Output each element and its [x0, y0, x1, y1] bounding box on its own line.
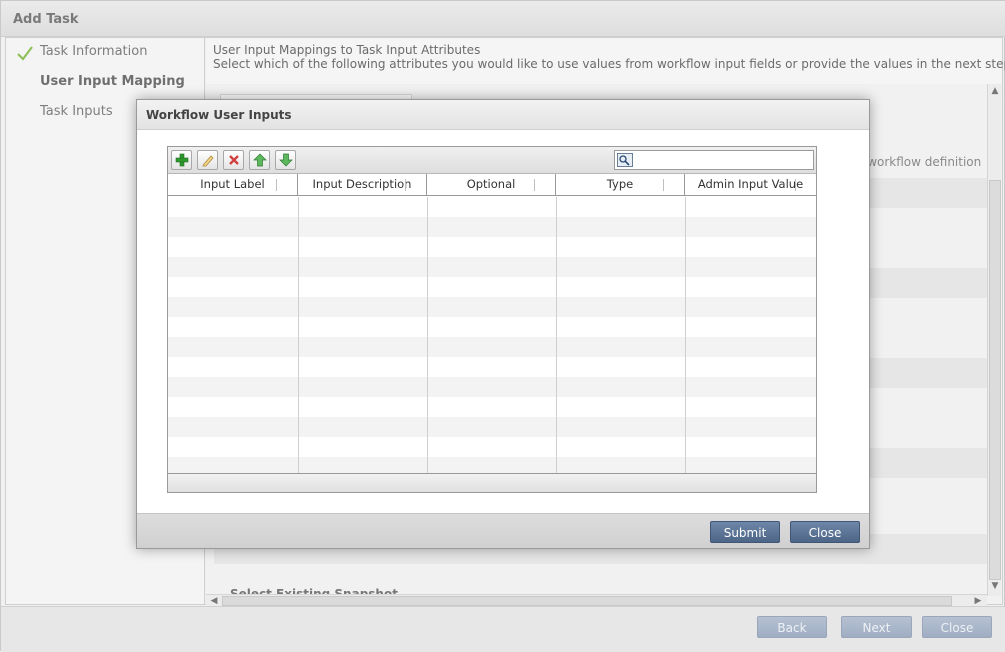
column-divider [427, 197, 428, 473]
dialog-title: Workflow User Inputs [146, 108, 292, 122]
submit-button[interactable]: Submit [710, 521, 780, 543]
dialog-header: Workflow User Inputs [137, 100, 869, 130]
window-title: Add Task [13, 12, 79, 27]
table-row [168, 317, 816, 337]
table-row [168, 377, 816, 397]
search-icon [617, 153, 633, 170]
partial-description: e workflow definition [856, 155, 982, 169]
table-row [168, 197, 816, 217]
table-row [168, 237, 816, 257]
dialog-close-button[interactable]: Close [790, 521, 860, 543]
back-button[interactable]: Back [757, 616, 827, 638]
edit-icon [202, 155, 214, 167]
vertical-scrollbar[interactable]: ▲ ▼ [987, 84, 1001, 596]
step-task-information[interactable]: Task Information [40, 44, 147, 59]
scroll-up-icon[interactable]: ▲ [989, 85, 1001, 97]
column-label: Input Label [200, 177, 265, 191]
checkmark-icon [16, 45, 34, 61]
table-row [168, 297, 816, 317]
column-input-description[interactable]: Input Description [298, 174, 427, 195]
table-row [168, 397, 816, 417]
window-titlebar: Add Task [1, 1, 1005, 37]
content-heading: User Input Mappings to Task Input Attrib… [213, 43, 481, 57]
column-label: Input Description [312, 177, 412, 191]
move-down-icon [279, 153, 293, 167]
column-label: Admin Input Value [697, 177, 804, 191]
grid-header: Input Label Input Description Optional T… [168, 174, 816, 196]
table-row [168, 257, 816, 277]
table-row [168, 337, 816, 357]
table-row [168, 277, 816, 297]
move-up-icon [253, 153, 267, 167]
column-label: Optional [466, 177, 516, 191]
delete-button[interactable] [223, 150, 244, 170]
column-type[interactable]: Type [556, 174, 685, 195]
delete-icon [229, 155, 239, 165]
move-up-button[interactable] [249, 150, 270, 170]
column-divider [685, 197, 686, 473]
search-input[interactable] [635, 152, 811, 168]
workflow-user-inputs-dialog: Workflow User Inputs Input Label Input D… [136, 99, 870, 549]
search-box[interactable] [614, 150, 814, 170]
step-task-inputs[interactable]: Task Inputs [40, 104, 113, 119]
edit-button[interactable] [197, 150, 218, 170]
table-row [168, 437, 816, 457]
move-down-button[interactable] [275, 150, 296, 170]
column-input-label[interactable]: Input Label [168, 174, 298, 195]
user-inputs-grid: Input Label Input Description Optional T… [167, 146, 817, 493]
scrollbar-thumb[interactable] [989, 180, 1001, 580]
table-row [168, 417, 816, 437]
hscrollbar-thumb[interactable] [222, 596, 952, 606]
step-user-input-mapping[interactable]: User Input Mapping [40, 74, 185, 89]
grid-footer [168, 473, 816, 492]
wizard-close-button[interactable]: Close [922, 616, 992, 638]
column-label: Type [606, 177, 634, 191]
add-button[interactable] [171, 150, 192, 170]
table-row [168, 457, 816, 473]
column-optional[interactable]: Optional [427, 174, 556, 195]
next-button[interactable]: Next [841, 616, 912, 638]
column-admin-input-value[interactable]: Admin Input Value [685, 174, 816, 195]
content-subheading: Select which of the following attributes… [213, 57, 1005, 71]
add-icon [175, 153, 189, 167]
column-divider [556, 197, 557, 473]
scroll-down-icon[interactable]: ▼ [989, 580, 1001, 592]
wizard-footer: Back Next Close [1, 606, 1005, 652]
grid-toolbar [168, 147, 816, 174]
column-divider [298, 197, 299, 473]
table-row [168, 217, 816, 237]
dialog-footer: Submit Close [137, 513, 869, 548]
horizontal-scrollbar[interactable]: ◀ ▶ [206, 594, 987, 606]
table-row [168, 357, 816, 377]
grid-body [168, 197, 816, 473]
